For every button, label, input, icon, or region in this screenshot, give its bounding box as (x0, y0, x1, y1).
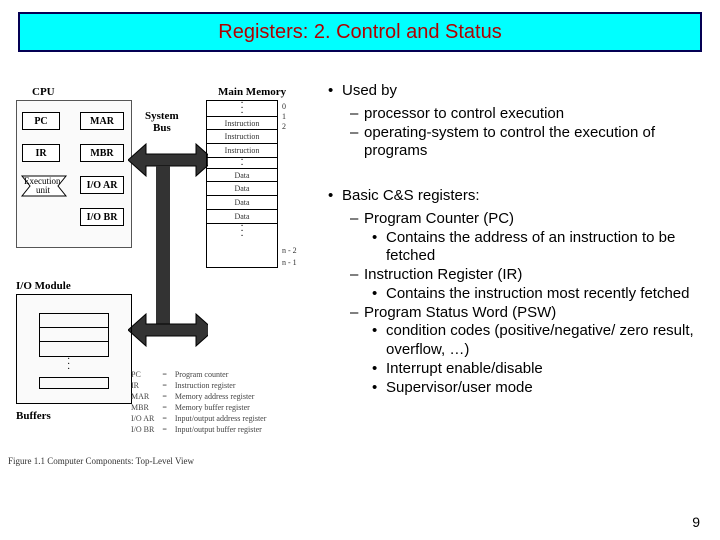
text-psw: Program Status Word (PSW) (364, 304, 556, 321)
bullet-ir: Instruction Register (IR) (350, 266, 720, 285)
lg-mar-k: MAR (128, 392, 157, 401)
text-basic-cs: Basic C&S registers: (342, 187, 480, 204)
lg-mar-v: Memory address register (172, 392, 270, 401)
mem-idx-n1: n - 1 (282, 258, 297, 267)
mem-dots-bot: ··· (207, 224, 277, 239)
cpu-figure: CPU PC MAR IR MBR Execution unit I/O AR … (8, 88, 318, 528)
mem-dots-mid: ·· (207, 158, 277, 168)
label-system: System (145, 110, 179, 122)
lg-ioar-v: Input/output address register (172, 414, 270, 423)
main-memory-box: ··· Instruction Instruction Instruction … (206, 100, 278, 268)
reg-mar: MAR (80, 112, 124, 130)
mem-row-data2: Data (207, 182, 277, 196)
bullet-psw-d1: condition codes (positive/negative/ zero… (372, 322, 720, 360)
bullet-processor: processor to control execution (350, 105, 720, 124)
reg-ir: IR (22, 144, 60, 162)
mem-idx-n2: n - 2 (282, 246, 297, 255)
text-psw-d2: Interrupt enable/disable (386, 360, 543, 377)
mem-row-instr1: Instruction (207, 116, 277, 130)
lg-pc-k: PC (128, 370, 157, 379)
text-os: operating-system to control the executio… (364, 124, 655, 160)
bullet-os: operating-system to control the executio… (350, 124, 720, 162)
bullet-used-by: Used by (328, 82, 720, 101)
mem-idx-2: 2 (282, 122, 286, 131)
lg-ioar-k: I/O AR (128, 414, 157, 423)
lg-pc-v: Program counter (172, 370, 270, 379)
lg-ir-v: Instruction register (172, 381, 270, 390)
bullet-psw: Program Status Word (PSW) (350, 304, 720, 323)
slide-title: Registers: 2. Control and Status (218, 21, 501, 44)
label-bus: Bus (153, 122, 171, 134)
io-dots: ··· (67, 357, 70, 372)
bullet-psw-d2: Interrupt enable/disable (372, 360, 720, 379)
bullet-pc-detail: Contains the address of an instruction t… (372, 229, 720, 267)
label-exec2: unit (36, 185, 50, 195)
io-buf-row2 (40, 328, 108, 342)
legend-table: PC=Program counter IR=Instruction regist… (126, 368, 271, 436)
text-psw-d3: Supervisor/user mode (386, 379, 533, 396)
text-pc-detail: Contains the address of an instruction t… (386, 229, 675, 265)
mem-dots-top: ··· (207, 101, 277, 116)
mem-row-data3: Data (207, 196, 277, 210)
io-buf-row4 (39, 377, 109, 389)
reg-iobr: I/O BR (80, 208, 124, 226)
io-buf-row3 (40, 342, 108, 356)
label-main-memory: Main Memory (218, 86, 286, 98)
bullet-ir-detail: Contains the instruction most recently f… (372, 285, 720, 304)
lg-mbr-k: MBR (128, 403, 157, 412)
page-number: 9 (692, 514, 700, 530)
text-ir: Instruction Register (IR) (364, 266, 522, 283)
lg-iobr-k: I/O BR (128, 425, 157, 434)
text-used-by: Used by (342, 82, 397, 99)
label-buffers: Buffers (16, 410, 51, 422)
text-psw-d1: condition codes (positive/negative/ zero… (386, 322, 694, 358)
mem-row-data1: Data (207, 168, 277, 182)
label-cpu: CPU (32, 86, 55, 98)
bullet-psw-d3: Supervisor/user mode (372, 379, 720, 398)
io-buf-row1 (40, 314, 108, 328)
reg-pc: PC (22, 112, 60, 130)
content-area: Used by processor to control execution o… (324, 78, 720, 397)
text-processor: processor to control execution (364, 105, 564, 122)
io-module-box: ··· (16, 294, 132, 404)
system-bus-icon (128, 136, 208, 356)
text-pc: Program Counter (PC) (364, 210, 514, 227)
figure-caption: Figure 1.1 Computer Components: Top-Leve… (8, 456, 194, 466)
label-io-module: I/O Module (16, 280, 71, 292)
reg-ioar: I/O AR (80, 176, 124, 194)
lg-ir-k: IR (128, 381, 157, 390)
reg-mbr: MBR (80, 144, 124, 162)
text-ir-detail: Contains the instruction most recently f… (386, 285, 690, 302)
mem-idx-1: 1 (282, 112, 286, 121)
lg-mbr-v: Memory buffer register (172, 403, 270, 412)
lg-iobr-v: Input/output buffer register (172, 425, 270, 434)
bullet-pc: Program Counter (PC) (350, 210, 720, 229)
bullet-basic-cs: Basic C&S registers: (328, 187, 720, 206)
mem-idx-0: 0 (282, 102, 286, 111)
title-bar: Registers: 2. Control and Status (18, 12, 702, 52)
mem-row-instr2: Instruction (207, 130, 277, 144)
